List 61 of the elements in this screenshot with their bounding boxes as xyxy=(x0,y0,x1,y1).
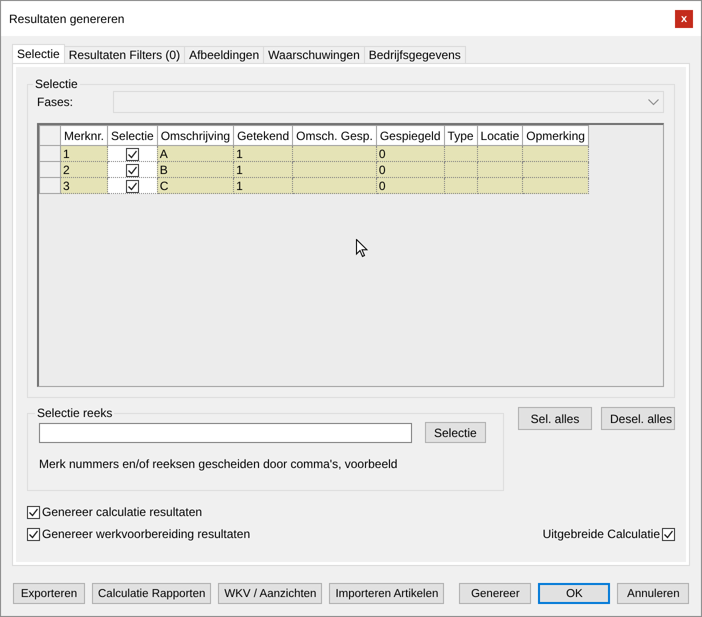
table-cell xyxy=(444,178,478,194)
footer-button[interactable]: Calculatie Rapporten xyxy=(92,583,212,604)
footer-button[interactable]: Genereer xyxy=(459,583,532,604)
footer-button[interactable]: Annuleren xyxy=(617,583,690,604)
table-cell xyxy=(477,146,523,162)
column-header[interactable]: Omschrijving xyxy=(157,126,234,146)
range-input-field[interactable] xyxy=(39,422,412,442)
table-cell: 3 xyxy=(60,178,108,194)
table-cell: 0 xyxy=(376,162,444,178)
table-cell xyxy=(522,178,588,194)
grid-corner xyxy=(40,126,60,146)
column-header[interactable]: Omsch. Gesp. xyxy=(292,126,376,146)
table-cell xyxy=(444,146,478,162)
column-header[interactable]: Type xyxy=(444,126,478,146)
footer-button[interactable]: Importeren Artikelen xyxy=(329,583,444,604)
footer-button[interactable]: Exporteren xyxy=(13,583,85,604)
mouse-pointer-icon xyxy=(356,239,368,258)
column-header[interactable]: Gespiegeld xyxy=(376,126,444,146)
table-cell: 0 xyxy=(376,178,444,194)
tab[interactable]: Afbeeldingen xyxy=(184,46,264,63)
group-title: Selectie reeks xyxy=(36,406,114,420)
footer-button[interactable]: OK xyxy=(538,583,610,604)
table-cell xyxy=(444,162,478,178)
tab[interactable]: Selectie xyxy=(12,44,65,63)
table-cell: 1 xyxy=(234,162,293,178)
column-header[interactable]: Getekend xyxy=(234,126,293,146)
checkbox[interactable] xyxy=(662,528,675,540)
table-cell: 1 xyxy=(60,146,108,162)
select-button[interactable]: Desel. alles xyxy=(601,407,675,430)
table-cell xyxy=(522,162,588,178)
selection-button[interactable]: Selectie xyxy=(425,422,486,443)
table-cell xyxy=(477,178,523,194)
footer-button[interactable]: WKV / Aanzichten xyxy=(218,583,322,604)
hint-text: Merk nummers en/of reeksen gescheiden door comma's, voorbeeld xyxy=(39,457,398,471)
table-cell: 1 xyxy=(234,146,293,162)
column-header[interactable]: Selectie xyxy=(108,126,158,146)
table-cell: 2 xyxy=(60,162,108,178)
tab[interactable]: Resultaten Filters (0) xyxy=(64,46,186,63)
table-cell: 0 xyxy=(376,146,444,162)
select-button[interactable]: Sel. alles xyxy=(518,407,592,430)
table-cell xyxy=(522,146,588,162)
checkbox[interactable] xyxy=(27,506,40,518)
table-cell: C xyxy=(157,178,234,194)
group-title: Selectie xyxy=(34,77,79,91)
column-header[interactable]: Opmerking xyxy=(522,126,588,146)
table-cell: B xyxy=(157,162,234,178)
close-button[interactable]: x xyxy=(675,10,693,28)
checkbox[interactable] xyxy=(126,148,139,161)
column-header[interactable]: Locatie xyxy=(477,126,523,146)
tab[interactable]: Waarschuwingen xyxy=(263,46,365,63)
window-title: Resultaten genereren xyxy=(9,12,124,26)
tab[interactable]: Bedrijfsgegevens xyxy=(364,46,466,63)
chevron-down-icon xyxy=(648,98,659,106)
table-cell xyxy=(477,162,523,178)
checkbox[interactable] xyxy=(27,528,40,540)
fases-label: Fases: xyxy=(37,95,74,109)
table-cell: A xyxy=(157,146,234,162)
table-cell: 1 xyxy=(234,178,293,194)
checkbox[interactable] xyxy=(126,164,139,177)
column-header[interactable]: Merknr. xyxy=(60,126,108,146)
checkbox[interactable] xyxy=(126,180,139,193)
